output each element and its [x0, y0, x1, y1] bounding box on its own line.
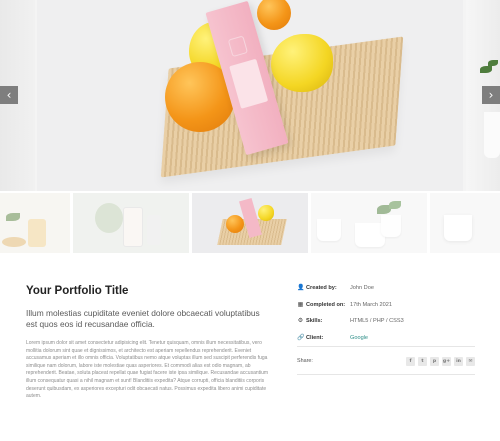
twitter-icon[interactable]: t [418, 357, 427, 366]
thumb-overlay [311, 193, 427, 253]
thumbnail-item[interactable] [0, 193, 70, 253]
facebook-icon[interactable]: f [406, 357, 415, 366]
share-label: Share: [297, 358, 313, 364]
thumb-overlay [73, 193, 189, 253]
bottle-illustration [227, 35, 249, 58]
lemon-right [271, 34, 333, 92]
plant-leaf [480, 66, 492, 73]
portfolio-body: Lorem ipsum dolor sit amet consectetur a… [26, 340, 269, 400]
thumbnail-item-active[interactable] [192, 193, 308, 253]
gear-icon: ⚙ [297, 317, 304, 324]
slider-next-button[interactable]: › [482, 86, 500, 104]
page-title: Your Portfolio Title [26, 285, 129, 297]
portfolio-image-slider: ‹ › [0, 0, 500, 191]
pinterest-icon[interactable]: p [430, 357, 439, 366]
linkedin-icon[interactable]: in [454, 357, 463, 366]
meta-label: Created by: [306, 285, 337, 291]
thumb-overlay [430, 193, 500, 253]
divider [297, 346, 475, 347]
meta-value: 17th March 2021 [350, 301, 392, 308]
product-label [229, 58, 269, 109]
link-icon: 🔗 [297, 333, 305, 341]
thumbnail-item[interactable] [311, 193, 427, 253]
chevron-left-icon: ‹ [6, 88, 12, 102]
portfolio-lead: Illum molestias cupiditate eveniet dolor… [26, 308, 260, 329]
google-plus-icon[interactable]: g+ [442, 357, 451, 366]
white-pot [484, 112, 500, 158]
main-slide-image [37, 0, 463, 191]
calendar-icon: ▦ [297, 300, 304, 308]
thumbnail-item[interactable] [73, 193, 189, 253]
thumbnail-item[interactable] [430, 193, 500, 253]
meta-label: Completed on: [306, 301, 346, 308]
divider [297, 374, 475, 375]
user-icon: 👤 [297, 284, 305, 291]
meta-label: Client: [306, 334, 324, 341]
share-bar: Share: f t p g+ in ✉ [297, 357, 475, 366]
thumb-overlay [192, 193, 308, 253]
meta-value: John Doe [350, 285, 374, 291]
orange-top [257, 0, 291, 30]
meta-label: Skills: [306, 318, 323, 324]
thumbnail-strip [0, 193, 500, 253]
client-link[interactable]: Google [350, 334, 368, 342]
meta-created-by: 👤 Created by: John Doe [297, 284, 475, 301]
email-icon[interactable]: ✉ [466, 357, 475, 366]
thumb-overlay [0, 193, 70, 253]
portfolio-description: Your Portfolio Title Illum molestias cup… [26, 284, 271, 401]
meta-value: HTML5 / PHP / CSS3 [350, 318, 404, 324]
meta-completed-on: ▦ Completed on: 17th March 2021 [297, 301, 475, 318]
meta-client: 🔗 Client: Google [297, 334, 475, 351]
share-icons: f t p g+ in ✉ [406, 357, 475, 366]
chevron-right-icon: › [488, 88, 494, 102]
project-meta-list: 👤 Created by: John Doe ▦ Completed on: 1… [297, 284, 475, 350]
plant-leaf [488, 60, 498, 66]
slider-prev-button[interactable]: ‹ [0, 86, 18, 104]
meta-skills: ⚙ Skills: HTML5 / PHP / CSS3 [297, 317, 475, 334]
